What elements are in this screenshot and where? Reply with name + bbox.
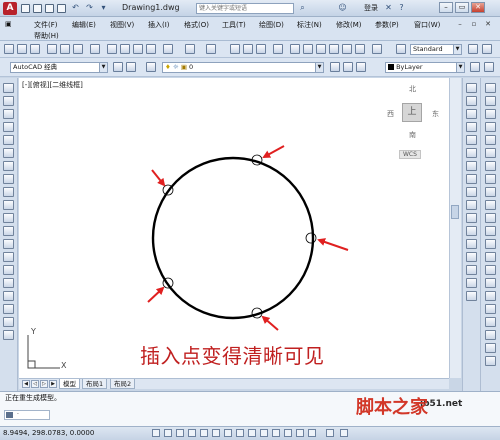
command-history: 正在重生成模型。 [5,394,61,402]
dynamic-ucs-icon[interactable] [248,429,256,437]
next-tab-icon[interactable]: ▷ [40,380,48,388]
viewcube-east[interactable]: 东 [432,109,439,119]
annotation-arrow [147,286,165,303]
layout-tab-bar: ◀ ◁ ▷ ▶ 模型 布局1 布局2 [19,378,449,389]
wcs-menu[interactable]: WCS [399,150,421,159]
command-prompt-text: · [17,411,19,418]
drawn-circle[interactable] [151,156,315,320]
polar-tracking-icon[interactable] [200,429,208,437]
dynamic-input-icon[interactable] [260,429,268,437]
drawing-geometry [27,145,349,369]
3d-object-snap-icon[interactable] [224,429,232,437]
viewcube[interactable]: 北 西 东 南 上 WCS [378,78,450,160]
annotation-arrow [151,169,166,187]
first-tab-icon[interactable]: ◀ [22,380,30,388]
watermark-brand: 脚本之家 [356,397,428,418]
viewcube-west[interactable]: 西 [387,109,394,119]
quick-properties-icon[interactable] [296,429,304,437]
tab-layout2[interactable]: 布局2 [110,379,136,389]
tab-model[interactable]: 模型 [59,379,80,389]
annotation-caption: 插入点变得清晰可见 [140,344,325,368]
object-snap-icon[interactable] [212,429,220,437]
grid-display-icon[interactable] [176,429,184,437]
snap-mode-icon[interactable] [164,429,172,437]
insertion-point-marker[interactable] [305,232,317,244]
lineweight-status-icon[interactable] [272,429,280,437]
annotation-arrow [262,145,285,158]
tab-layout1[interactable]: 布局1 [82,379,108,389]
coordinate-readout: 8.9494, 298.0783, 0.0000 [3,429,95,437]
viewcube-top-face[interactable]: 上 [402,103,422,122]
annotation-arrow [317,238,349,251]
layout-icon[interactable] [340,429,348,437]
infer-constraints-icon[interactable] [152,429,160,437]
transparency-icon[interactable] [284,429,292,437]
model-space-icon[interactable] [326,429,334,437]
object-snap-tracking-icon[interactable] [236,429,244,437]
ucs-origin-box [27,360,36,369]
command-line-icon[interactable] [6,412,13,418]
viewcube-north[interactable]: 北 [409,84,416,94]
annotation-arrow [261,315,279,331]
selection-cycling-icon[interactable] [308,429,316,437]
ucs-x-label: X [61,361,67,370]
ucs-y-label: Y [31,327,36,336]
prev-tab-icon[interactable]: ◁ [31,380,39,388]
ortho-mode-icon[interactable] [188,429,196,437]
viewcube-south[interactable]: 南 [409,130,416,140]
last-tab-icon[interactable]: ▶ [49,380,57,388]
